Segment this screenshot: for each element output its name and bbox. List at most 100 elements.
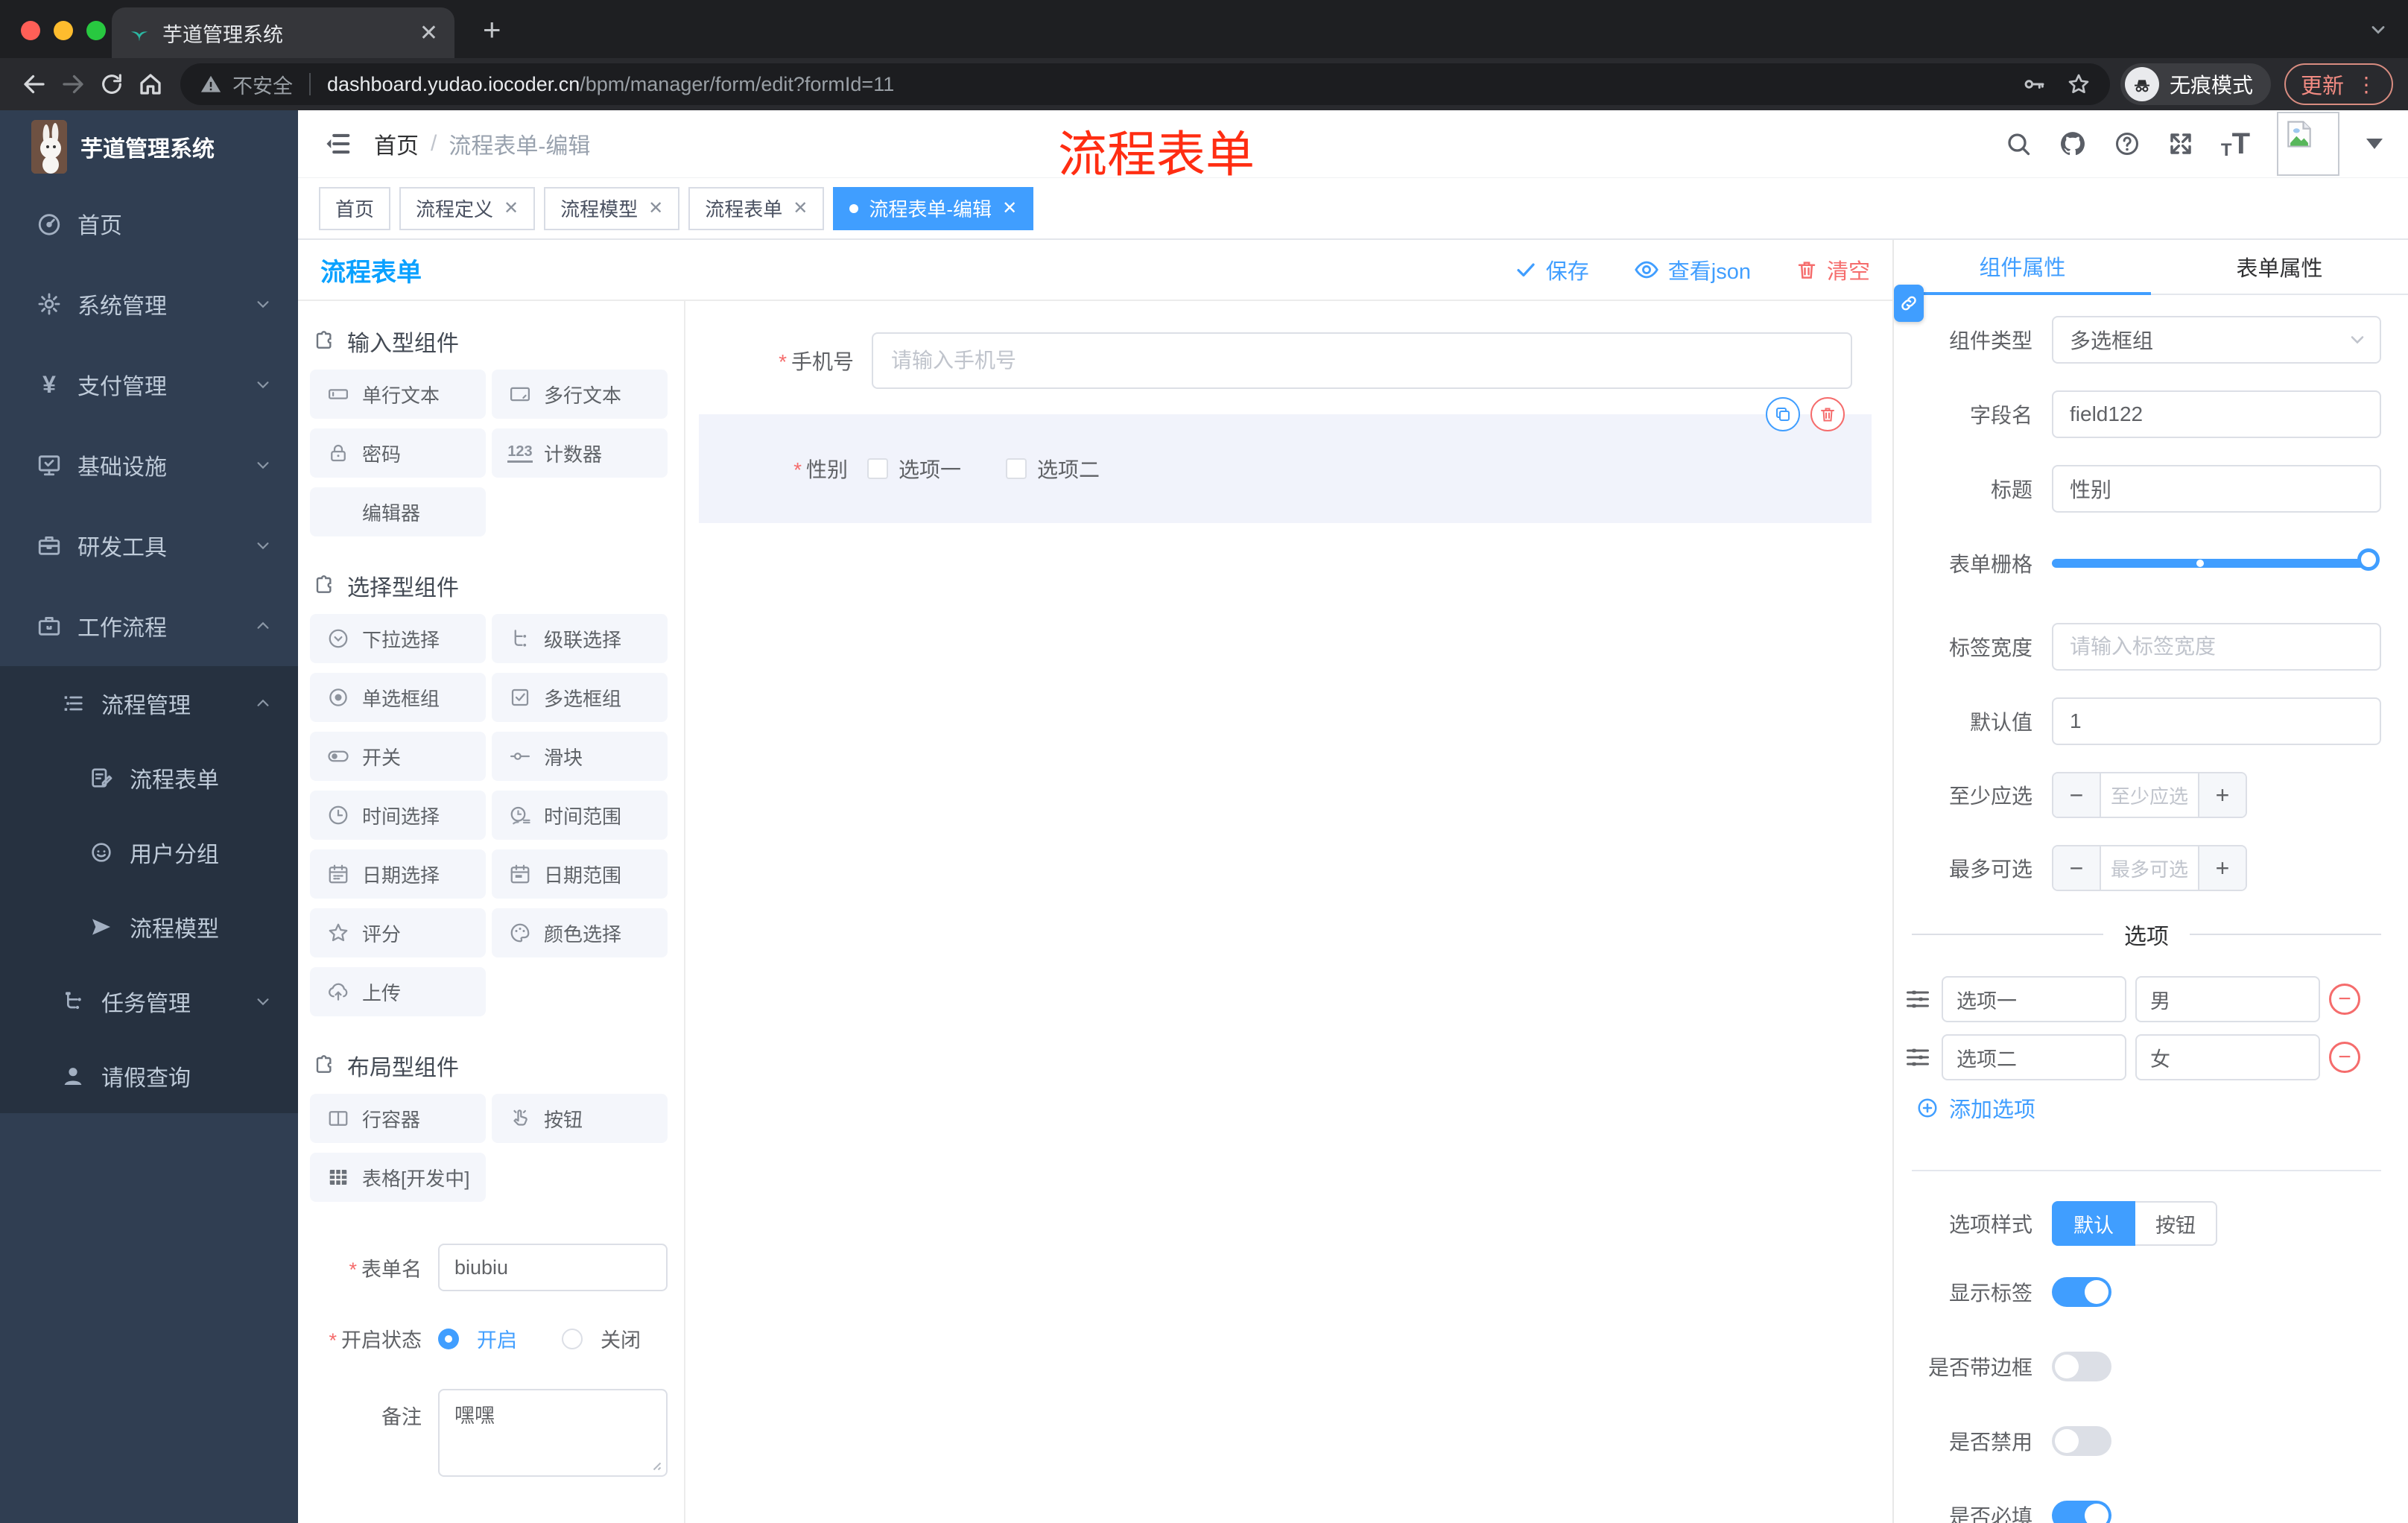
help-icon[interactable] (2114, 130, 2141, 157)
status-off-radio[interactable] (562, 1328, 583, 1349)
palette-item-table[interactable]: 表格[开发中] (310, 1153, 486, 1202)
tab-search-chevron-icon[interactable] (2368, 19, 2389, 40)
sidebar-item-process-model[interactable]: 流程模型 (0, 890, 298, 964)
sidebar-item-infra[interactable]: 基础设施 (0, 425, 298, 505)
sidebar-item-home[interactable]: 首页 (0, 183, 298, 264)
status-on-radio[interactable] (438, 1328, 459, 1349)
palette-item-cascade[interactable]: 级联选择 (492, 614, 668, 663)
back-icon[interactable] (15, 65, 54, 104)
tag-process-model[interactable]: 流程模型 ✕ (544, 186, 680, 230)
sidebar-item-workflow[interactable]: 工作流程 (0, 586, 298, 666)
browser-tab[interactable]: 芋道管理系统 ✕ (112, 7, 454, 58)
github-icon[interactable] (2059, 130, 2087, 158)
min-select-value[interactable]: 至少应选 (2100, 773, 2199, 817)
option-name-input[interactable] (1942, 976, 2126, 1022)
update-button[interactable]: 更新 ⋮ (2284, 63, 2393, 105)
increase-button[interactable]: + (2199, 773, 2246, 817)
phone-input[interactable] (872, 332, 1852, 389)
close-icon[interactable]: ✕ (1002, 197, 1017, 219)
gender-option-2[interactable]: 选项二 (1006, 454, 1100, 484)
slider-track[interactable] (2052, 548, 2380, 571)
avatar-broken-image[interactable] (2277, 112, 2339, 176)
browser-menu-dots-icon[interactable]: ⋮ (2356, 72, 2377, 97)
palette-item-dropdown[interactable]: 下拉选择 (310, 614, 486, 663)
sidebar-item-process-mgmt[interactable]: 流程管理 (0, 666, 298, 741)
sidebar-item-devtools[interactable]: 研发工具 (0, 505, 298, 586)
checkbox[interactable] (867, 458, 888, 479)
component-type-value[interactable] (2052, 316, 2381, 364)
status-on-label[interactable]: 开启 (477, 1324, 517, 1353)
clear-button[interactable]: 清空 (1796, 254, 1870, 285)
required-toggle[interactable] (2052, 1501, 2111, 1523)
bookmark-star-icon[interactable] (2067, 72, 2091, 96)
home-icon[interactable] (131, 65, 170, 104)
palette-item-counter[interactable]: 123 计数器 (492, 428, 668, 478)
close-icon[interactable]: ✕ (648, 197, 663, 219)
forward-icon[interactable] (54, 65, 92, 104)
form-name-input[interactable] (438, 1244, 668, 1291)
palette-item-switch[interactable]: 开关 (310, 732, 486, 781)
security-label[interactable]: 不安全 (232, 70, 293, 99)
close-icon[interactable]: ✕ (504, 197, 519, 219)
option-value-input[interactable] (2135, 976, 2320, 1022)
decrease-button[interactable]: − (2053, 846, 2100, 890)
gender-option-1[interactable]: 选项一 (867, 454, 961, 484)
palette-item-button[interactable]: 按钮 (492, 1094, 668, 1143)
show-label-toggle[interactable] (2052, 1277, 2111, 1307)
tag-process-form-edit[interactable]: 流程表单-编辑 ✕ (833, 186, 1034, 230)
tab-form-props[interactable]: 表单属性 (2151, 240, 2408, 295)
search-icon[interactable] (2005, 130, 2032, 157)
fullscreen-icon[interactable] (2167, 130, 2194, 157)
palette-item-editor[interactable]: 编辑器 (310, 487, 486, 536)
palette-item-slider[interactable]: 滑块 (492, 732, 668, 781)
palette-item-date-range[interactable]: 日期范围 (492, 849, 668, 899)
font-size-icon[interactable]: TT (2221, 127, 2250, 161)
sidebar-item-user-group[interactable]: 用户分组 (0, 815, 298, 890)
increase-button[interactable]: + (2199, 846, 2246, 890)
breadcrumb-home[interactable]: 首页 (374, 127, 419, 160)
palette-item-rate[interactable]: 评分 (310, 908, 486, 957)
reload-icon[interactable] (92, 65, 131, 104)
palette-item-multi-text[interactable]: 多行文本 (492, 370, 668, 419)
disabled-toggle[interactable] (2052, 1426, 2111, 1456)
new-tab-button[interactable]: + (483, 12, 501, 48)
sidebar-item-system[interactable]: 系统管理 (0, 264, 298, 344)
remove-option-button[interactable]: − (2329, 984, 2360, 1015)
remove-option-button[interactable]: − (2329, 1042, 2360, 1073)
palette-item-time-range[interactable]: 时间范围 (492, 791, 668, 840)
sidebar-item-leave-query[interactable]: 请假查询 (0, 1039, 298, 1113)
minimize-window-button[interactable] (54, 21, 73, 40)
slider-handle[interactable] (2357, 548, 2380, 571)
close-window-button[interactable] (21, 21, 40, 40)
zoom-window-button[interactable] (86, 21, 106, 40)
drag-handle-icon[interactable] (1904, 986, 1931, 1013)
palette-item-checkbox-group[interactable]: 多选框组 (492, 673, 668, 722)
canvas-field-gender-selected[interactable]: * 性别 选项一 选项二 (699, 397, 1872, 523)
palette-item-color-picker[interactable]: 颜色选择 (492, 908, 668, 957)
tag-process-form[interactable]: 流程表单 ✕ (688, 186, 825, 230)
palette-item-password[interactable]: 密码 (310, 428, 486, 478)
view-json-button[interactable]: 查看json (1634, 254, 1751, 285)
add-option-button[interactable]: 添加选项 (1916, 1092, 2381, 1124)
tag-home[interactable]: 首页 (319, 186, 391, 230)
sidebar-item-process-form[interactable]: 流程表单 (0, 741, 298, 815)
tab-close-icon[interactable]: ✕ (419, 20, 438, 46)
sidebar-item-payment[interactable]: ¥ 支付管理 (0, 344, 298, 425)
drag-handle-icon[interactable] (1904, 1044, 1931, 1071)
tag-process-definition[interactable]: 流程定义 ✕ (399, 186, 536, 230)
resize-grip-icon[interactable] (648, 1457, 662, 1471)
delete-component-button[interactable] (1810, 397, 1845, 431)
border-toggle[interactable] (2052, 1352, 2111, 1381)
grid-slider[interactable] (2052, 539, 2381, 587)
decrease-button[interactable]: − (2053, 773, 2100, 817)
status-off-label[interactable]: 关闭 (601, 1324, 641, 1353)
style-button-button[interactable]: 按钮 (2135, 1201, 2217, 1246)
sidebar-logo[interactable]: 芋道管理系统 (0, 110, 298, 183)
max-select-value[interactable]: 最多可选 (2100, 846, 2199, 890)
caret-down-icon[interactable] (2366, 139, 2383, 149)
palette-item-row-container[interactable]: 行容器 (310, 1094, 486, 1143)
style-default-button[interactable]: 默认 (2052, 1201, 2135, 1246)
close-icon[interactable]: ✕ (793, 197, 808, 219)
option-value-input[interactable] (2135, 1034, 2320, 1080)
palette-item-time-picker[interactable]: 时间选择 (310, 791, 486, 840)
